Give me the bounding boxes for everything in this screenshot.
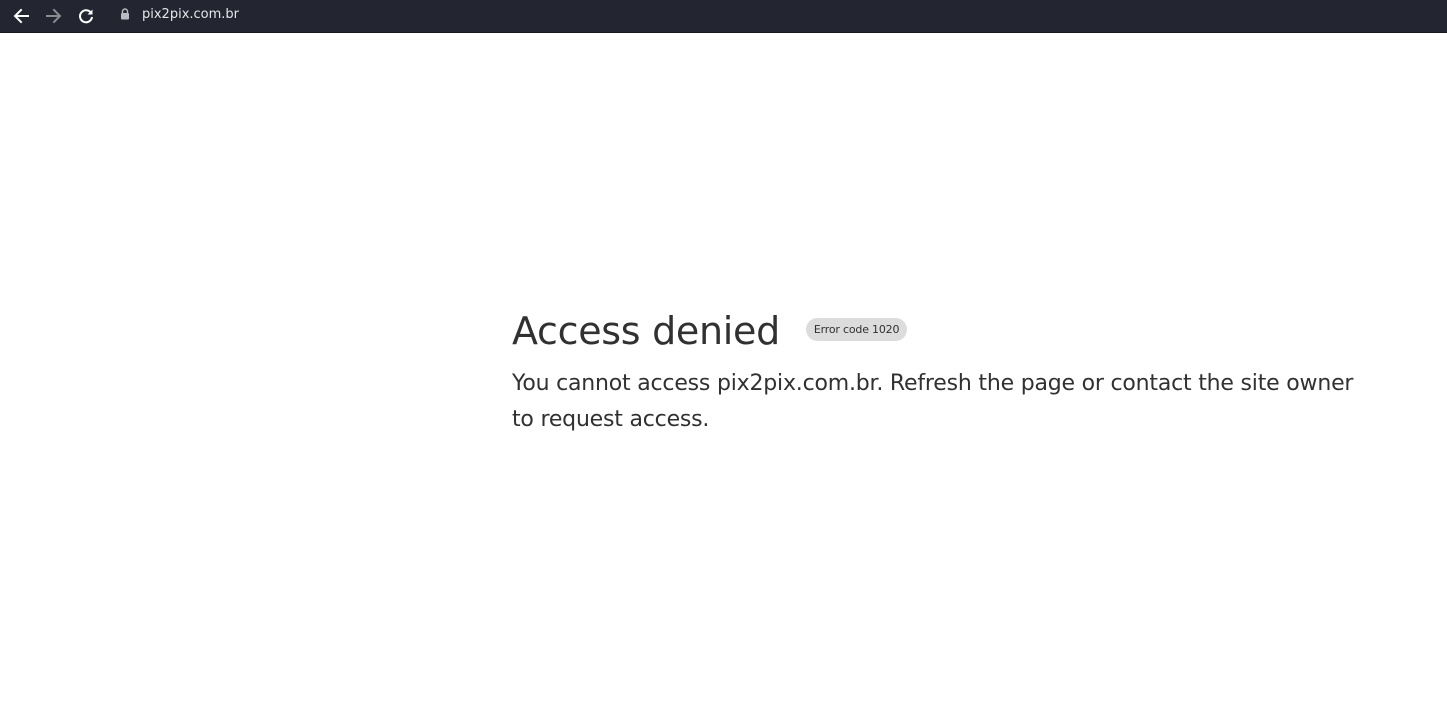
arrow-right-icon (46, 8, 62, 24)
reload-button[interactable] (73, 3, 99, 29)
reload-icon (79, 9, 93, 24)
lock-icon (121, 8, 129, 20)
page-title: Access denied (512, 309, 780, 353)
back-button[interactable] (8, 3, 34, 29)
browser-toolbar: pix2pix.com.br (0, 0, 1447, 33)
error-code-badge: Error code 1020 (805, 317, 908, 341)
arrow-left-icon (13, 8, 29, 24)
title-row: Access denied Error code 1020 (512, 306, 1392, 356)
forward-button[interactable] (41, 3, 67, 29)
error-content: Access denied Error code 1020 You cannot… (512, 306, 1392, 438)
url-text: pix2pix.com.br (142, 6, 240, 22)
error-message: You cannot access pix2pix.com.br. Refres… (512, 371, 1354, 432)
address-bar[interactable]: pix2pix.com.br (108, 3, 1108, 25)
